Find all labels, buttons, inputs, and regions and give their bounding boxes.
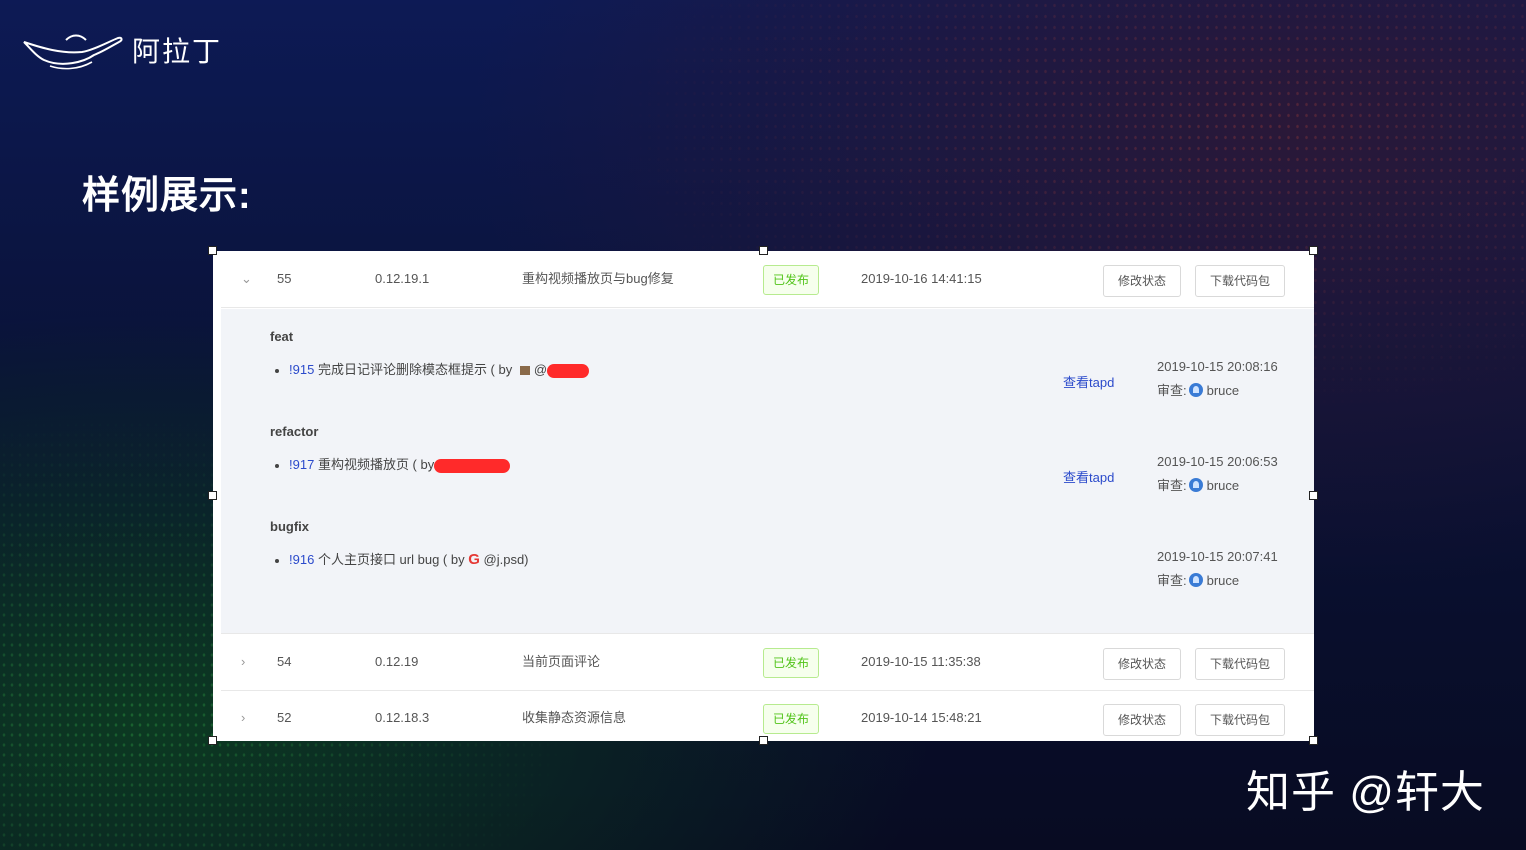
release-row[interactable]: › 54 0.12.19 当前页面评论 已发布 2019-10-15 11:35…	[221, 634, 1314, 691]
resize-handle[interactable]	[1309, 491, 1318, 500]
reviewer-name: bruce	[1206, 573, 1240, 588]
release-version: 0.12.19	[375, 654, 419, 669]
download-package-button[interactable]: 下载代码包	[1195, 648, 1285, 680]
review-line: 审查: bruce	[1157, 474, 1278, 498]
item-author: @	[533, 362, 548, 377]
list-item: !917 重构视频播放页 ( by	[275, 454, 511, 473]
resize-handle[interactable]	[208, 246, 217, 255]
status-badge: 已发布	[763, 265, 819, 295]
release-time: 2019-10-15 11:35:38	[861, 654, 981, 669]
author-avatar	[519, 366, 530, 376]
chevron-right-icon[interactable]: ›	[241, 634, 245, 690]
commit-time: 2019-10-15 20:06:53	[1157, 454, 1278, 469]
release-id: 52	[277, 710, 292, 725]
commit-meta: 2019-10-15 20:08:16 审查: bruce	[1157, 355, 1278, 403]
list-item: !915 完成日记评论删除模态框提示 ( by @	[275, 359, 590, 378]
release-id: 54	[277, 654, 292, 669]
review-line: 审查: bruce	[1157, 569, 1278, 593]
reviewer-name: bruce	[1206, 478, 1240, 493]
change-status-button[interactable]: 修改状态	[1103, 648, 1181, 680]
resize-handle[interactable]	[208, 736, 217, 745]
bullet	[275, 558, 279, 563]
bullet	[275, 463, 279, 468]
resize-handle[interactable]	[759, 246, 768, 255]
watermark: 知乎 @轩大	[1246, 768, 1485, 817]
tapd-link[interactable]: 查看tapd	[1063, 467, 1114, 486]
release-title: 当前页面评论	[522, 654, 601, 669]
status-badge: 已发布	[763, 648, 819, 678]
chevron-down-icon[interactable]: ⌄	[241, 251, 252, 307]
release-table-screenshot: ⌄ 55 0.12.19.1 重构视频播放页与bug修复 已发布 2019-10…	[213, 251, 1314, 741]
slide-title: 样例展示:	[82, 175, 252, 217]
commit-meta: 2019-10-15 20:06:53 审查: bruce	[1157, 450, 1278, 498]
release-details-panel: feat !915 完成日记评论删除模态框提示 ( by @ 查看tapd 20…	[221, 309, 1314, 634]
resize-handle[interactable]	[1309, 246, 1318, 255]
brand-name: 阿拉丁	[132, 36, 223, 67]
change-status-button[interactable]: 修改状态	[1103, 265, 1181, 297]
release-row[interactable]: ⌄ 55 0.12.19.1 重构视频播放页与bug修复 已发布 2019-10…	[221, 251, 1314, 308]
review-line: 审查: bruce	[1157, 379, 1278, 403]
item-author: @j.psd)	[483, 552, 529, 567]
resize-handle[interactable]	[1309, 736, 1318, 745]
merge-request-link[interactable]: !915	[289, 362, 314, 377]
group-title-feat: feat	[270, 329, 294, 344]
reviewer-avatar	[1188, 383, 1203, 397]
tapd-link[interactable]: 查看tapd	[1063, 372, 1114, 391]
resize-handle[interactable]	[759, 736, 768, 745]
bullet	[275, 368, 279, 373]
release-time: 2019-10-14 15:48:21	[861, 710, 982, 725]
merge-request-link[interactable]: !917	[289, 457, 314, 472]
item-description: 重构视频播放页 ( by	[317, 457, 435, 472]
brand-logo: 阿拉丁	[22, 28, 222, 72]
change-status-button[interactable]: 修改状态	[1103, 704, 1181, 736]
commit-meta: 2019-10-15 20:07:41 审查: bruce	[1157, 545, 1278, 593]
commit-time: 2019-10-15 20:08:16	[1157, 359, 1278, 374]
item-description: 个人主页接口 url bug ( by	[317, 552, 465, 567]
chevron-right-icon[interactable]: ›	[241, 690, 245, 746]
group-title-refactor: refactor	[270, 424, 319, 439]
lamp-logo-icon	[23, 34, 123, 70]
release-id: 55	[277, 271, 292, 286]
review-label: 审查:	[1157, 383, 1187, 398]
status-badge: 已发布	[763, 704, 819, 734]
reviewer-avatar	[1188, 478, 1203, 492]
download-package-button[interactable]: 下载代码包	[1195, 704, 1285, 736]
release-version: 0.12.18.3	[375, 710, 430, 725]
reviewer-avatar	[1188, 573, 1203, 587]
release-version: 0.12.19.1	[375, 271, 430, 286]
google-icon: G	[468, 551, 480, 568]
release-title: 收集静态资源信息	[522, 710, 627, 725]
commit-time: 2019-10-15 20:07:41	[1157, 549, 1278, 564]
resize-handle[interactable]	[208, 491, 217, 500]
group-title-bugfix: bugfix	[270, 519, 309, 534]
redaction-scribble	[434, 458, 511, 473]
redaction-scribble	[547, 363, 590, 378]
reviewer-name: bruce	[1206, 383, 1240, 398]
review-label: 审查:	[1157, 573, 1187, 588]
release-time: 2019-10-16 14:41:15	[861, 271, 982, 286]
review-label: 审查:	[1157, 478, 1187, 493]
merge-request-link[interactable]: !916	[289, 552, 314, 567]
item-description: 完成日记评论删除模态框提示 ( by	[317, 362, 513, 377]
release-title: 重构视频播放页与bug修复	[522, 271, 674, 286]
download-package-button[interactable]: 下载代码包	[1195, 265, 1285, 297]
list-item: !916 个人主页接口 url bug ( by G @j.psd)	[275, 549, 529, 568]
